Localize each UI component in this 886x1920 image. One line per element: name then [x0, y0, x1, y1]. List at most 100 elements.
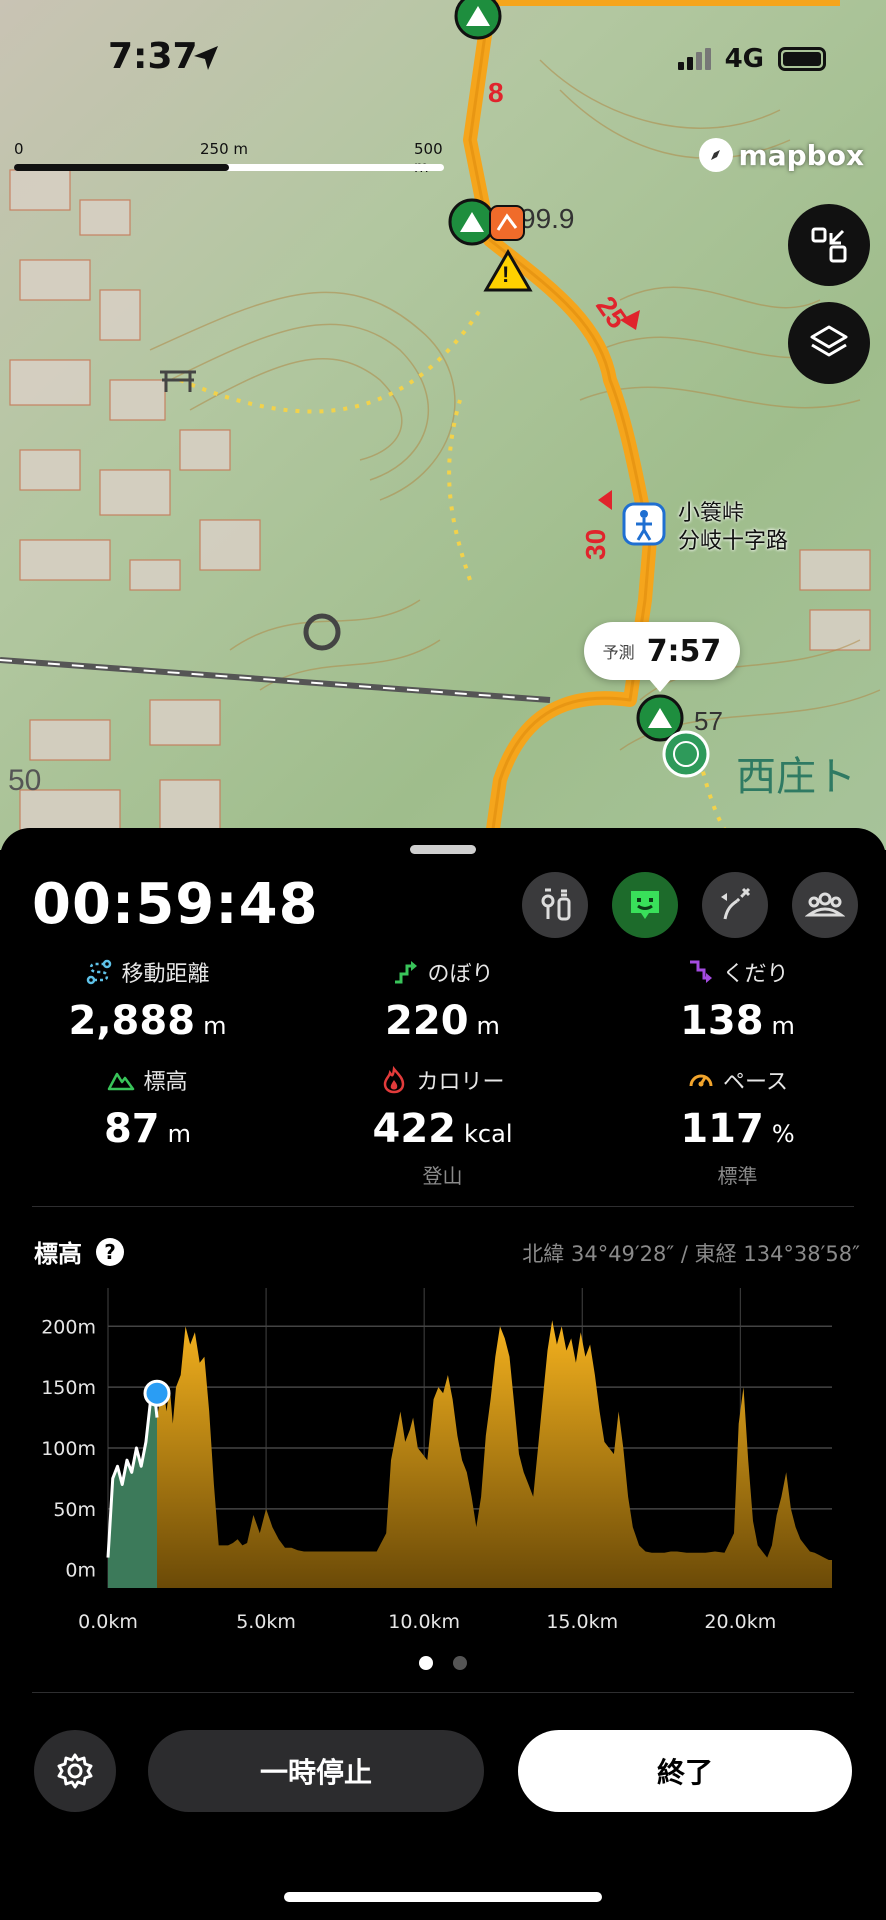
home-indicator [284, 1892, 602, 1902]
divider [32, 1692, 854, 1693]
stat-elevation: 標高 87 m [0, 1064, 295, 1152]
drag-handle[interactable] [410, 845, 476, 854]
descent-icon [690, 960, 713, 983]
stat-elevation-unit: m [167, 1120, 192, 1148]
network-label: 4G [724, 44, 764, 74]
group-icon [805, 892, 845, 917]
map-pins-button[interactable] [522, 872, 588, 938]
scale-label-0: 0 [14, 140, 24, 158]
face-icon [631, 891, 659, 919]
x-tick-label: 0.0km [78, 1611, 138, 1633]
emblem-marker[interactable] [662, 730, 710, 778]
elevation-area [108, 1320, 832, 1588]
topographic-map: 8 25 30 99.9 57 西庄ト 50 ! [0, 0, 886, 850]
elevation-header: 標高 ? [34, 1234, 124, 1269]
stat-calories-unit: kcal [464, 1120, 513, 1148]
route-number-8: 8 [488, 77, 504, 108]
distance-icon [87, 959, 112, 985]
route-button[interactable] [702, 872, 768, 938]
mapbox-logo-icon [698, 138, 733, 172]
coordinates: 北緯 34°49′28″ / 東経 134°38′58″ [522, 1242, 860, 1266]
stat-descent-label: くだり [722, 962, 789, 987]
place-label-line1: 小簑峠 [678, 501, 745, 526]
stat-elevation-label: 標高 [143, 1070, 188, 1095]
stat-ascent-value: 220 [385, 998, 469, 1044]
stat-calories-label: カロリー [416, 1070, 505, 1095]
position-marker [143, 1379, 171, 1407]
eta-callout[interactable]: 予測 7:57 [584, 622, 740, 692]
location-arrow-icon [194, 46, 218, 70]
svg-text:!: ! [502, 262, 509, 287]
eta-time: 7:57 [646, 633, 722, 669]
activity-panel: 00:59:48 移動距離 2,888 m のぼり 220 m くだり 138 … [0, 828, 886, 1920]
elapsed-timer: 00:59:48 [32, 872, 319, 937]
signal-icon [677, 48, 711, 70]
stat-pace-unit: % [771, 1120, 795, 1148]
settings-button[interactable] [34, 1730, 116, 1812]
peak-elev-label-57: 57 [694, 706, 723, 736]
map-pin-marker[interactable] [489, 205, 525, 241]
status-time: 7:37 [108, 36, 198, 77]
stat-calories-value: 422 [372, 1106, 457, 1152]
hiker-marker[interactable] [622, 502, 666, 546]
scale-label-250: 250 m [200, 140, 249, 158]
stat-distance-label: 移動距離 [121, 962, 210, 987]
stat-ascent-label: のぼり [427, 962, 494, 987]
route-number-30: 30 [580, 529, 611, 560]
mapbox-attribution[interactable]: mapbox [698, 138, 864, 172]
pause-button[interactable]: 一時停止 [148, 1730, 484, 1812]
stat-descent-unit: m [771, 1012, 795, 1040]
contour-label-50: 50 [8, 764, 41, 797]
stat-ascent-unit: m [476, 1012, 500, 1040]
x-tick-label: 5.0km [236, 1611, 296, 1633]
help-icon[interactable]: ? [96, 1237, 124, 1266]
area-label: 西庄ト [736, 754, 856, 800]
layers-button[interactable] [788, 302, 870, 384]
mode-buttons [522, 872, 858, 938]
face-button[interactable] [612, 872, 678, 938]
ascent-icon [395, 961, 418, 984]
flame-icon [384, 1066, 405, 1094]
y-tick-label: 0m [65, 1560, 96, 1582]
elevation-title: 標高 [34, 1240, 82, 1268]
stat-distance: 移動距離 2,888 m [0, 956, 295, 1044]
elevation-chart[interactable]: 0m 50m 100m 150m 200m 0.0km 5.0km 10.0km 15.0km 2… [0, 1278, 886, 1658]
stat-pace: ペース 117% 標準 [590, 1064, 885, 1189]
map-view[interactable]: 8 25 30 99.9 57 西庄ト 50 ! 7:37 4G 0 250 m… [0, 0, 886, 850]
stat-distance-value: 2,888 [68, 998, 196, 1044]
stat-pace-label: ペース [723, 1070, 788, 1095]
stat-calories-sub: 登山 [422, 1164, 463, 1188]
layers-icon [810, 325, 848, 357]
x-tick-label: 10.0km [388, 1611, 460, 1633]
peak-elev-label: 99.9 [520, 203, 575, 234]
peak-marker[interactable] [454, 0, 502, 40]
collapse-map-button[interactable] [788, 204, 870, 286]
y-tick-label: 200m [41, 1316, 96, 1338]
stat-pace-value: 117 [680, 1106, 764, 1152]
stat-calories: カロリー 422 kcal 登山 [295, 1064, 590, 1189]
stat-descent-value: 138 [680, 998, 764, 1044]
status-right: 4G [677, 44, 826, 74]
divider [32, 1206, 854, 1207]
stat-elevation-value: 87 [103, 1106, 160, 1152]
x-tick-label: 20.0km [704, 1611, 776, 1633]
page-dot-active[interactable] [419, 1656, 433, 1670]
stat-descent: くだり 138 m [590, 956, 885, 1044]
collapse-icon [811, 227, 847, 263]
battery-icon [778, 47, 826, 71]
y-tick-label: 150m [41, 1377, 96, 1399]
gauge-icon [689, 1074, 713, 1087]
map-pins-icon [541, 888, 571, 921]
stat-distance-unit: m [203, 1012, 227, 1040]
group-button[interactable] [792, 872, 858, 938]
end-button[interactable]: 終了 [518, 1730, 852, 1812]
page-dot[interactable] [453, 1656, 467, 1670]
x-tick-label: 15.0km [546, 1611, 618, 1633]
stat-ascent: のぼり 220 m [295, 956, 590, 1044]
mountain-icon [108, 1072, 135, 1091]
place-label: 小簑峠 分岐十字路 [678, 500, 788, 556]
place-label-line2: 分岐十字路 [678, 529, 789, 554]
mapbox-label: mapbox [738, 138, 864, 172]
y-tick-label: 100m [41, 1438, 96, 1460]
peak-marker[interactable] [448, 198, 496, 246]
